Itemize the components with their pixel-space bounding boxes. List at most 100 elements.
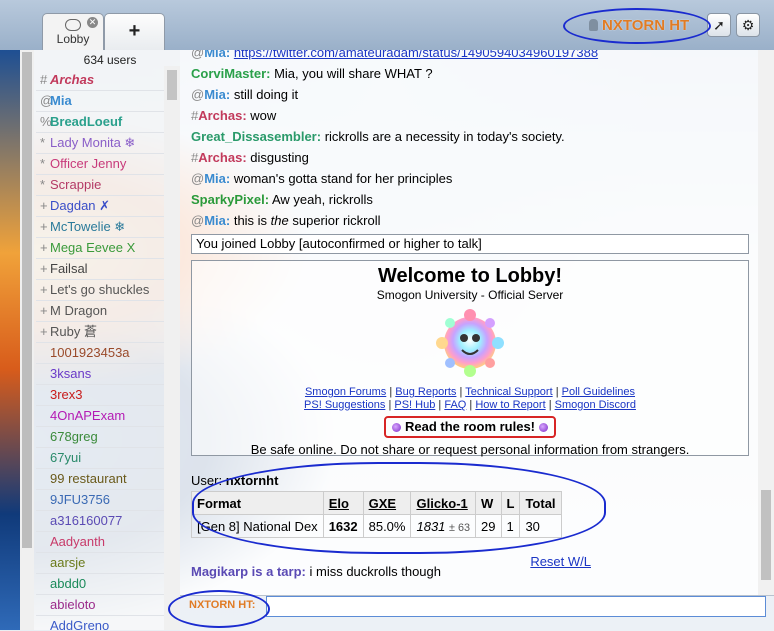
user-name: Dagdan ✗ — [50, 198, 111, 213]
add-tab-button[interactable]: + — [104, 13, 165, 50]
welcome-link[interactable]: Bug Reports — [395, 386, 456, 398]
user-rank-symbol: + — [40, 261, 48, 276]
chat-message: #Archas: wow — [191, 105, 751, 126]
user-name: M Dragon — [50, 303, 108, 318]
chat-message: #Archas: disgusting — [191, 147, 751, 168]
join-notice: You joined Lobby [autoconfirmed or highe… — [191, 234, 749, 254]
user-list-item[interactable]: 67yui — [36, 448, 180, 469]
tab-lobby[interactable]: Lobby ✕ — [42, 13, 104, 50]
message-username[interactable]: Great_Dissasembler: — [191, 129, 321, 144]
user-count: 634 users — [83, 53, 137, 67]
message-rank-symbol: @ — [191, 87, 205, 102]
user-rank-symbol: + — [40, 282, 48, 297]
user-list-item[interactable]: + Let's go shuckles — [36, 280, 180, 301]
chat-input-bar: NXTORN HT: — [180, 595, 774, 631]
welcome-link[interactable]: Technical Support — [465, 386, 552, 398]
orb-icon — [538, 423, 548, 432]
chat-message: Magikarp is a tarp: i miss duckrolls tho… — [191, 561, 441, 582]
user-name: Mia — [50, 93, 72, 108]
user-list-item[interactable]: * Lady Monita ❄ — [36, 133, 180, 154]
scroll-thumb[interactable] — [167, 70, 177, 100]
settings-button[interactable]: ⚙ — [736, 13, 760, 37]
user-name: 678greg — [50, 429, 98, 444]
user-name: Mega Eevee X — [50, 240, 136, 255]
user-list-item[interactable]: 678greg — [36, 427, 180, 448]
user-list: 634 users # Archas @Mia %BreadLoeuf * Lady Mo… — [20, 50, 180, 630]
annotation-circle — [168, 590, 270, 628]
message-text: this is — [233, 213, 271, 228]
welcome-link[interactable]: PS! Suggestions — [304, 399, 385, 411]
chat-message: @Mia: still doing it — [191, 84, 751, 105]
user-list-item[interactable]: # Archas — [36, 70, 180, 91]
message-username[interactable]: Archas: — [198, 150, 246, 165]
user-list-item[interactable]: + Mega Eevee X — [36, 238, 180, 259]
welcome-link[interactable]: How to Report — [475, 399, 545, 411]
user-list-item[interactable]: 3rex3 — [36, 385, 180, 406]
user-list-item[interactable]: abdd0 — [36, 574, 180, 595]
welcome-link[interactable]: FAQ — [444, 399, 466, 411]
user-list-item[interactable]: abieloto — [36, 595, 180, 616]
user-list-item[interactable]: + Failsal — [36, 259, 180, 280]
user-name: 9JFU3756 — [50, 492, 110, 507]
user-name: 3rex3 — [50, 387, 83, 402]
user-name: Let's go shuckles — [50, 282, 150, 297]
gear-icon: ⚙ — [741, 17, 755, 33]
user-name: Scrappie — [50, 177, 102, 192]
user-list-item[interactable]: 1001923453a — [36, 343, 180, 364]
user-list-item[interactable]: 3ksans — [36, 364, 180, 385]
message-username[interactable]: Mia: — [204, 87, 230, 102]
message-username[interactable]: CorviMaster: — [191, 66, 270, 81]
user-name: Archas — [50, 72, 95, 87]
user-rank-symbol: + — [40, 219, 48, 234]
user-list-item[interactable]: + McTowelie ❄ — [36, 217, 180, 238]
user-name: abieloto — [50, 597, 96, 612]
user-name: Officer Jenny — [50, 156, 127, 171]
user-list-item[interactable]: 4OnAPExam — [36, 406, 180, 427]
welcome-link[interactable]: Smogon Forums — [305, 386, 386, 398]
user-list-item[interactable]: + Ruby 蒼 — [36, 322, 180, 343]
welcome-link[interactable]: PS! Hub — [394, 399, 435, 411]
close-icon[interactable]: ✕ — [87, 17, 98, 28]
message-username[interactable]: Mia: — [204, 213, 230, 228]
user-name: Aadyanth — [50, 534, 105, 549]
user-list-item[interactable]: Aadyanth — [36, 532, 180, 553]
user-rank-symbol: * — [40, 135, 46, 150]
message-username[interactable]: Archas: — [198, 108, 246, 123]
chat-message: @Mia: https://twitter.com/amateuradam/st… — [191, 50, 751, 63]
message-link[interactable]: https://twitter.com/amateuradam/status/1… — [234, 50, 598, 60]
user-list-item[interactable]: 99 restaurant — [36, 469, 180, 490]
welcome-link[interactable]: Smogon Discord — [555, 399, 636, 411]
scroll-thumb[interactable] — [22, 52, 32, 548]
message-username[interactable]: Magikarp is a tarp: — [191, 564, 306, 579]
message-text: Mia, you will share WHAT ? — [274, 66, 433, 81]
user-name: 67yui — [50, 450, 82, 465]
user-list-item[interactable]: aarsje — [36, 553, 180, 574]
user-list-item[interactable]: %BreadLoeuf — [36, 112, 180, 133]
scroll-thumb[interactable] — [761, 490, 771, 580]
userlist-scrollbar[interactable] — [164, 66, 180, 630]
user-list-item[interactable]: 9JFU3756 — [36, 490, 180, 511]
user-list-item[interactable]: a316160077 — [36, 511, 180, 532]
userlist-scrollbar-left[interactable] — [20, 50, 34, 630]
user-list-item[interactable]: * Scrappie — [36, 175, 180, 196]
user-list-item[interactable]: * Officer Jenny — [36, 154, 180, 175]
user-list-item[interactable]: + Dagdan ✗ — [36, 196, 180, 217]
user-rank-symbol: * — [40, 156, 46, 171]
user-name: 99 restaurant — [50, 471, 127, 486]
user-list-item[interactable]: @Mia — [36, 91, 180, 112]
welcome-subtitle: Smogon University - Official Server — [376, 288, 564, 302]
safety-text: Be safe online. Do not share or request … — [250, 442, 690, 457]
user-list-item[interactable]: + M Dragon — [36, 301, 180, 322]
message-text-emphasis: the — [270, 213, 289, 228]
background-art-strip — [0, 50, 20, 630]
welcome-link[interactable]: Poll Guidelines — [562, 386, 635, 398]
message-username[interactable]: SparkyPixel: — [191, 192, 269, 207]
chat-scrollbar[interactable] — [758, 50, 774, 595]
user-list-item[interactable]: AddGreno — [36, 616, 180, 630]
reset-wl-link[interactable]: Reset W/L — [530, 554, 591, 569]
chat-input[interactable] — [266, 596, 766, 617]
message-username[interactable]: Mia: — [204, 50, 230, 60]
message-username[interactable]: Mia: — [204, 171, 230, 186]
message-rank-symbol: @ — [191, 50, 205, 60]
room-rules-button[interactable]: Read the room rules! — [384, 416, 556, 438]
